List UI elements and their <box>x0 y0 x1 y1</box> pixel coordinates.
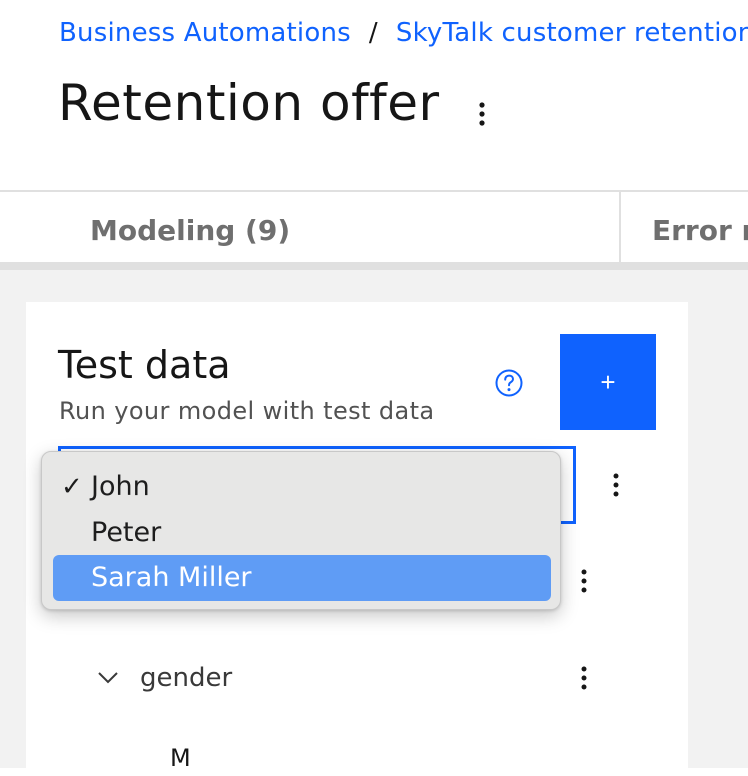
add-test-data-button[interactable]: + <box>560 334 656 430</box>
breadcrumb-link-business-automations[interactable]: Business Automations <box>59 18 351 48</box>
tab-bar-underline <box>0 262 748 270</box>
tab-bar: Modeling (9) Error r <box>0 190 748 262</box>
select-overflow-menu-icon[interactable] <box>606 470 626 500</box>
dropdown-option-label: Sarah Miller <box>91 562 252 593</box>
test-data-dropdown-menu: ✓ John Peter Sarah Miller <box>41 451 561 610</box>
test-data-title: Test data <box>58 343 231 387</box>
tree-field-label: gender <box>140 663 233 693</box>
dropdown-option-john[interactable]: ✓ John <box>53 464 551 510</box>
breadcrumb-separator: / <box>368 18 378 48</box>
page-title: Retention offer <box>58 74 440 132</box>
dropdown-option-label: John <box>91 471 150 502</box>
dropdown-option-sarah-miller[interactable]: Sarah Miller <box>53 555 551 601</box>
field-overflow-menu-icon[interactable] <box>574 663 594 693</box>
chevron-down-icon[interactable] <box>96 670 120 686</box>
tab-errors[interactable]: Error r <box>652 192 748 262</box>
page-overflow-menu-icon[interactable] <box>470 98 494 130</box>
breadcrumb-link-skytalk-customer-retention[interactable]: SkyTalk customer retention <box>396 18 748 48</box>
test-data-subtitle: Run your model with test data <box>59 397 435 425</box>
tab-divider <box>619 192 621 262</box>
breadcrumb: Business Automations / SkyTalk customer re… <box>59 16 748 50</box>
help-icon[interactable] <box>494 368 524 398</box>
dropdown-option-peter[interactable]: Peter <box>53 510 551 556</box>
check-icon: ✓ <box>61 472 83 502</box>
tab-modeling[interactable]: Modeling (9) <box>90 192 290 262</box>
tree-field-value: M <box>170 744 191 772</box>
dropdown-option-label: Peter <box>91 517 162 548</box>
row-overflow-menu-icon[interactable] <box>574 566 594 596</box>
